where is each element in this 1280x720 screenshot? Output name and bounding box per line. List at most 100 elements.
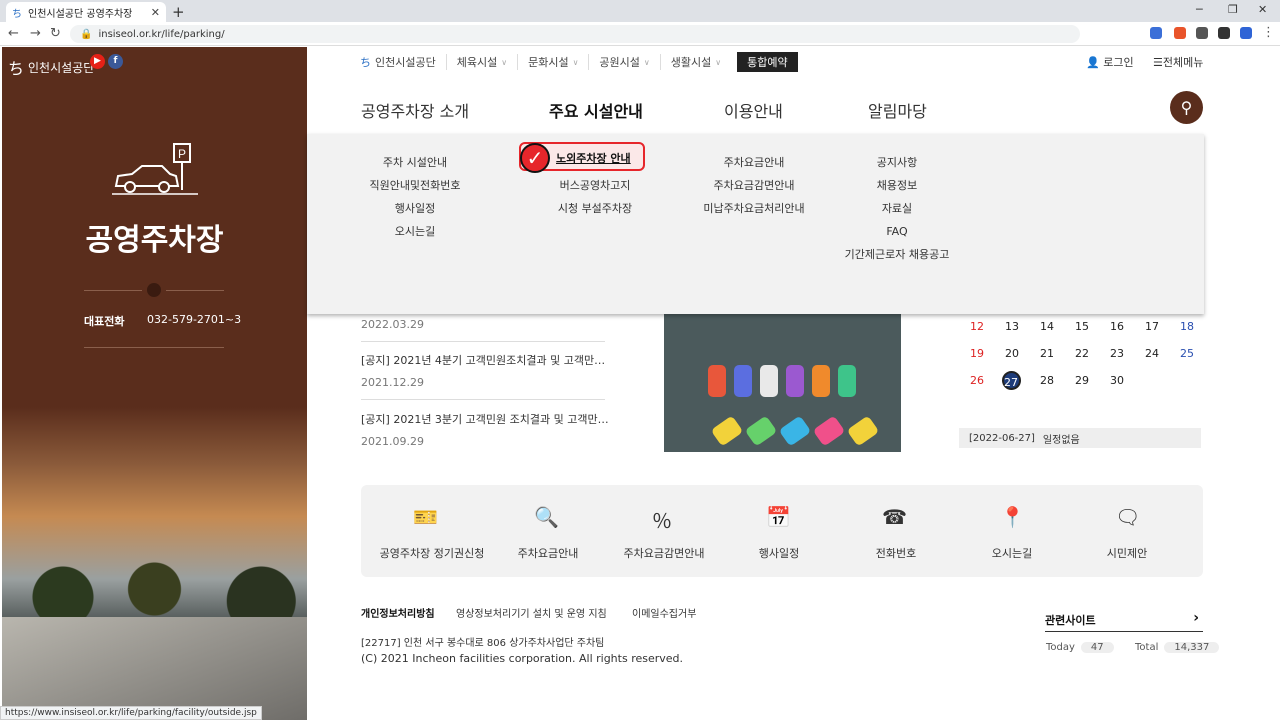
mega-item[interactable]: 공지사항 xyxy=(840,151,954,174)
schedule-box: [2022-06-27] 일정없음 xyxy=(959,428,1201,448)
reload-icon[interactable]: ↻ xyxy=(50,26,61,41)
brand-link[interactable]: ち 인천시설공단 xyxy=(360,54,446,70)
browser-tabstrip: ち 인천시설공단 공영주차장 ✕ + ─ ❐ ✕ xyxy=(0,0,1280,22)
nav-culture[interactable]: 문화시설 ∨ xyxy=(517,54,588,70)
top-nav: ち 인천시설공단 체육시설 ∨ 문화시설 ∨ 공원시설 ∨ 생활시설 ∨ 통합예약 xyxy=(360,52,798,72)
shield-icon[interactable] xyxy=(1240,27,1252,39)
checkmark-icon: ✓ xyxy=(520,143,550,173)
nav-park[interactable]: 공원시설 ∨ xyxy=(588,54,659,70)
phone-number: 032-579-2701~3 xyxy=(147,313,242,326)
comment-icon: 🗨 xyxy=(1115,505,1141,529)
phone-label: 대표전화 xyxy=(84,315,125,328)
discount-icon: ％ xyxy=(652,509,672,533)
quick-directions[interactable]: 오시는길 xyxy=(986,545,1038,561)
parking-banner[interactable] xyxy=(664,313,901,452)
user-icon: 👤 xyxy=(1086,56,1100,69)
quick-events[interactable]: 행사일정 xyxy=(752,545,806,561)
logo-mark-icon: ち xyxy=(360,56,371,69)
extension-icon[interactable] xyxy=(1174,27,1186,39)
mega-item[interactable]: 주차 시설안내 xyxy=(362,151,468,174)
mega-item[interactable]: 주차요금감면안내 xyxy=(696,174,812,197)
extension-icon[interactable] xyxy=(1150,27,1162,39)
related-sites[interactable]: 관련사이트 › xyxy=(1045,610,1203,632)
restore-icon[interactable]: ❐ xyxy=(1228,3,1238,16)
mega-item[interactable]: 행사일정 xyxy=(362,197,468,220)
mega-item[interactable]: 버스공영차고지 xyxy=(545,174,645,197)
lock-icon: 🔒 xyxy=(80,28,93,40)
search-button[interactable]: ⚲ xyxy=(1170,91,1203,124)
phone-icon: ☎ xyxy=(882,505,907,529)
phone-icon xyxy=(147,283,161,297)
quick-season-ticket[interactable]: 공영주차장 정기권신청 xyxy=(376,545,488,561)
magnifier-won-icon: 🔍 xyxy=(534,505,559,529)
close-tab-icon[interactable]: ✕ xyxy=(151,6,160,19)
quick-proposal[interactable]: 시민제안 xyxy=(1100,545,1154,561)
mega-item[interactable]: 자료실 xyxy=(840,197,954,220)
menu-notice[interactable]: 알림마당 xyxy=(868,98,927,122)
footer-copyright: (C) 2021 Incheon facilities corporation.… xyxy=(361,652,684,665)
back-icon[interactable]: ← xyxy=(8,26,19,41)
sidebar: ち 인천시설공단 ▶ f P 공영주차장 대표전화 032-579-2701~3 xyxy=(2,47,307,720)
privacy-link[interactable]: 개인정보처리방침 xyxy=(361,605,435,620)
svg-text:P: P xyxy=(178,147,186,161)
mega-item[interactable]: 직원안내및전화번호 xyxy=(362,174,468,197)
browser-tab[interactable]: ち 인천시설공단 공영주차장 ✕ xyxy=(6,2,166,22)
window-close-icon[interactable]: ✕ xyxy=(1258,3,1267,16)
quick-menu xyxy=(361,485,1203,577)
tab-title: 인천시설공단 공영주차장 xyxy=(28,8,133,20)
chevron-right-icon: › xyxy=(1193,610,1199,626)
chevron-down-icon: ∨ xyxy=(715,57,722,67)
today-counter: Today 47 xyxy=(1046,642,1114,653)
nav-sports[interactable]: 체육시설 ∨ xyxy=(445,54,517,70)
mega-col-facilities: 버스공영차고지 시청 부설주차장 xyxy=(545,174,645,220)
mega-item[interactable]: 오시는길 xyxy=(362,220,468,243)
mega-item[interactable]: 기간제근로자 채용공고 xyxy=(840,243,954,266)
today-marker: 27 xyxy=(1001,371,1021,390)
quick-fee[interactable]: 주차요금안내 xyxy=(510,545,586,561)
browser-menu-icon[interactable]: ⋮ xyxy=(1262,25,1275,40)
location-icon: 📍 xyxy=(1000,505,1025,529)
menu-facilities[interactable]: 주요 시설안내 xyxy=(549,98,643,122)
all-menu-button[interactable]: ☰전체메뉴 xyxy=(1153,54,1203,70)
site-favicon-icon: ち xyxy=(12,8,22,20)
chevron-down-icon: ∨ xyxy=(572,57,579,67)
menu-intro[interactable]: 공영주차장 소개 xyxy=(361,98,469,122)
mega-item[interactable]: 미납주차요금처리안내 xyxy=(696,197,812,220)
notice-date: 2022.03.29 xyxy=(361,318,424,331)
mega-item[interactable]: 채용정보 xyxy=(840,174,954,197)
login-link[interactable]: 👤 로그인 xyxy=(1086,54,1134,70)
sidepanel-icon[interactable] xyxy=(1218,27,1230,39)
facebook-icon[interactable]: f xyxy=(108,54,123,69)
notice-title[interactable]: [공지] 2021년 3분기 고객민원 조치결과 및 고객만… xyxy=(361,411,609,427)
booking-button[interactable]: 통합예약 xyxy=(737,52,798,72)
minimize-icon[interactable]: ─ xyxy=(1196,3,1203,16)
notice-date: 2021.09.29 xyxy=(361,435,424,448)
parking-car-icon: P xyxy=(112,143,198,195)
mega-item-outside-parking[interactable]: 노외주차장 안내 xyxy=(556,150,631,166)
search-icon: ⚲ xyxy=(1180,98,1193,117)
email-refusal-link[interactable]: 이메일수집거부 xyxy=(632,605,696,620)
mega-item[interactable]: FAQ xyxy=(840,220,954,243)
cctv-policy-link[interactable]: 영상정보처리기기 설치 및 운영 지침 xyxy=(456,605,607,620)
puzzle-icon[interactable] xyxy=(1196,27,1208,39)
nav-life[interactable]: 생활시설 ∨ xyxy=(659,54,731,70)
site-logo[interactable]: ち 인천시설공단 xyxy=(8,55,94,79)
notice-title[interactable]: [공지] 2021년 4분기 고객민원조치결과 및 고객만… xyxy=(361,352,605,368)
menu-usage[interactable]: 이용안내 xyxy=(724,98,783,122)
quick-fee-discount[interactable]: 주차요금감면안내 xyxy=(618,545,710,561)
status-bar-url: https://www.insiseol.or.kr/life/parking/… xyxy=(0,706,262,720)
ticket-icon: 🎫 xyxy=(413,505,438,529)
mega-item[interactable]: 시청 부설주차장 xyxy=(545,197,645,220)
address-bar[interactable]: 🔒 insiseol.or.kr/life/parking/ xyxy=(70,25,1080,43)
notice-date: 2021.12.29 xyxy=(361,376,424,389)
chevron-down-icon: ∨ xyxy=(501,57,508,67)
youtube-icon[interactable]: ▶ xyxy=(90,54,105,69)
new-tab-icon[interactable]: + xyxy=(172,3,185,21)
total-counter: Total 14,337 xyxy=(1135,642,1220,653)
sidebar-title: 공영주차장 xyxy=(85,223,224,258)
forward-icon[interactable]: → xyxy=(30,26,41,41)
logo-mark-icon: ち xyxy=(8,59,25,78)
quick-phone[interactable]: 전화번호 xyxy=(868,545,924,561)
calendar-icon: 📅 xyxy=(766,505,791,529)
mega-item[interactable]: 주차요금안내 xyxy=(696,151,812,174)
